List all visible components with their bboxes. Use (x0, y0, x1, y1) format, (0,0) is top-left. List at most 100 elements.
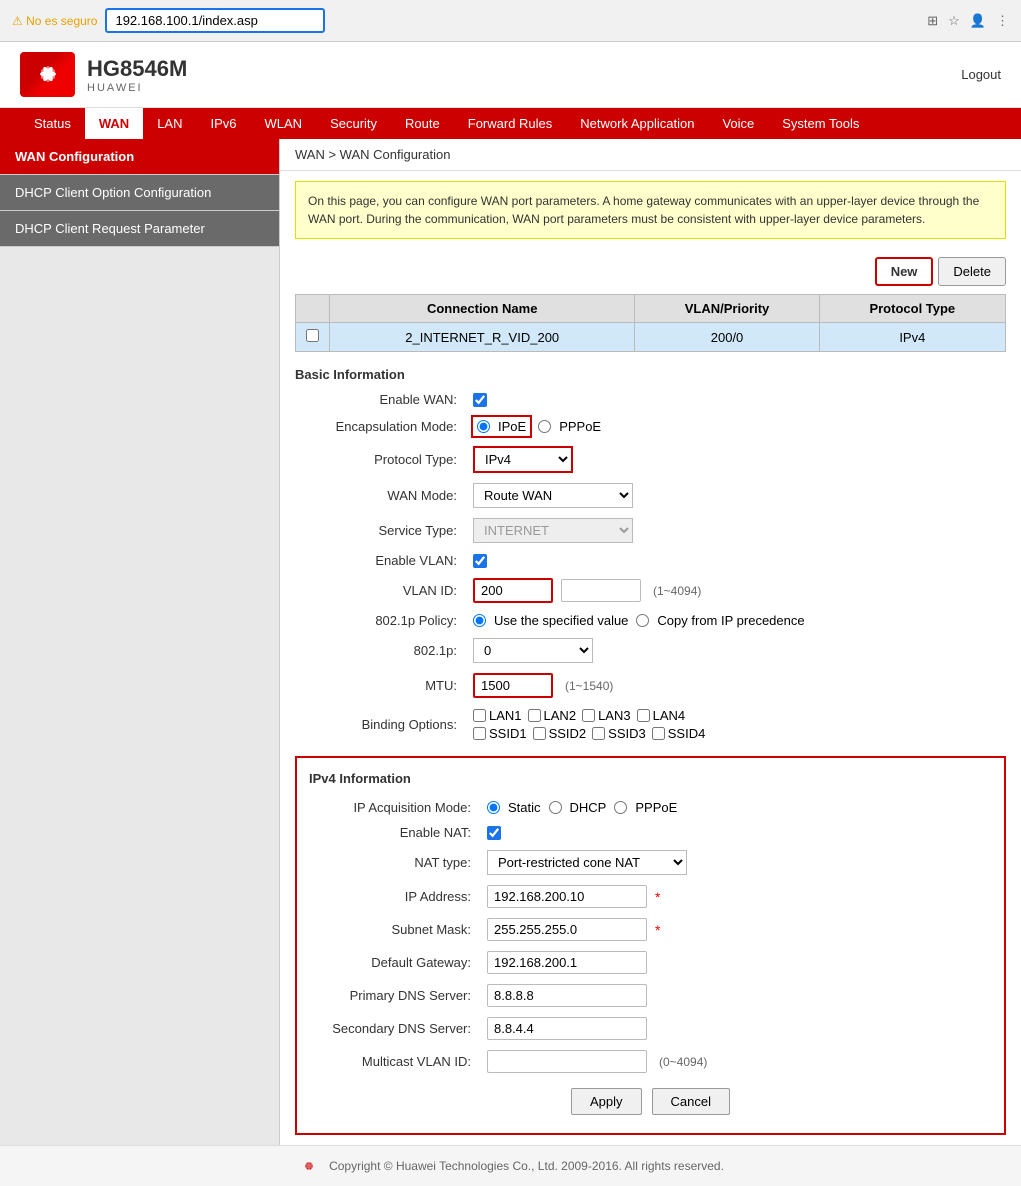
binding-lan3[interactable]: LAN3 (582, 708, 631, 723)
enable-vlan-label: Enable VLAN: (295, 553, 465, 568)
nav-bar: Status WAN LAN IPv6 WLAN Security Route … (0, 108, 1021, 139)
cancel-button[interactable]: Cancel (652, 1088, 730, 1115)
lan4-checkbox[interactable] (637, 709, 650, 722)
logo-text: HG8546M HUAWEI (87, 56, 187, 94)
nav-systools[interactable]: System Tools (768, 108, 873, 139)
vlan-id-input2[interactable] (561, 579, 641, 602)
ip-mode-pppoe-radio[interactable] (614, 801, 627, 814)
encap-pppoe-label: PPPoE (559, 419, 601, 434)
browser-bar: ⚠ No es seguro 192.168.100.1/index.asp ⊞… (0, 0, 1021, 42)
vlan-id-label: VLAN ID: (295, 583, 465, 598)
enable-wan-label: Enable WAN: (295, 392, 465, 407)
wan-mode-label: WAN Mode: (295, 488, 465, 503)
content-wrapper: WAN Configuration DHCP Client Option Con… (0, 139, 1021, 1145)
multicast-hint: (0~4094) (659, 1055, 707, 1069)
binding-lan1[interactable]: LAN1 (473, 708, 522, 723)
encap-pppoe-group: PPPoE (538, 419, 601, 434)
ssid1-checkbox[interactable] (473, 727, 486, 740)
col-vlan: VLAN/Priority (635, 295, 819, 323)
policy-copy-label: Copy from IP precedence (657, 613, 804, 628)
nav-status[interactable]: Status (20, 108, 85, 139)
multicast-input[interactable] (487, 1050, 647, 1073)
security-warning: ⚠ No es seguro (12, 14, 97, 28)
gateway-input[interactable] (487, 951, 647, 974)
nav-voice[interactable]: Voice (708, 108, 768, 139)
basic-info-title: Basic Information (295, 362, 1006, 387)
subnet-label: Subnet Mask: (309, 922, 479, 937)
enable-vlan-checkbox[interactable] (473, 554, 487, 568)
wan-mode-select[interactable]: Route WAN (473, 483, 633, 508)
dns2-row: Secondary DNS Server: (309, 1012, 992, 1045)
menu-icon: ⋮ (996, 13, 1009, 29)
protocol-type-select[interactable]: IPv4 (473, 446, 573, 473)
ip-mode-static-radio[interactable] (487, 801, 500, 814)
nav-lan[interactable]: LAN (143, 108, 196, 139)
ssid3-checkbox[interactable] (592, 727, 605, 740)
col-checkbox (296, 295, 330, 323)
wan-table: Connection Name VLAN/Priority Protocol T… (295, 294, 1006, 352)
binding-lan4[interactable]: LAN4 (637, 708, 686, 723)
lan3-checkbox[interactable] (582, 709, 595, 722)
dns1-input[interactable] (487, 984, 647, 1007)
policy-label: 802.1p Policy: (295, 613, 465, 628)
ssid2-checkbox[interactable] (533, 727, 546, 740)
policy-copy-radio[interactable] (636, 614, 649, 627)
binding-ssid1[interactable]: SSID1 (473, 726, 527, 741)
browser-icons: ⊞ ☆ 👤 ⋮ (927, 13, 1009, 29)
binding-lan-row: LAN1 LAN2 LAN3 LAN4 (473, 708, 705, 723)
binding-ssid3[interactable]: SSID3 (592, 726, 646, 741)
enable-nat-checkbox[interactable] (487, 826, 501, 840)
dot1p-select[interactable]: 0 (473, 638, 593, 663)
nav-forward[interactable]: Forward Rules (454, 108, 567, 139)
binding-row: Binding Options: LAN1 LAN2 LAN3 LAN4 SSI… (295, 703, 1006, 746)
nav-security[interactable]: Security (316, 108, 391, 139)
user-icon: 👤 (970, 13, 986, 29)
nav-route[interactable]: Route (391, 108, 454, 139)
nat-type-select[interactable]: Port-restricted cone NAT (487, 850, 687, 875)
binding-ssid4[interactable]: SSID4 (652, 726, 706, 741)
nav-wlan[interactable]: WLAN (251, 108, 317, 139)
ip-mode-dhcp-radio[interactable] (549, 801, 562, 814)
footer-logo (297, 1156, 321, 1176)
policy-copy-group: Copy from IP precedence (636, 613, 804, 628)
dns2-input[interactable] (487, 1017, 647, 1040)
device-name: HG8546M (87, 56, 187, 82)
binding-lan2[interactable]: LAN2 (528, 708, 577, 723)
enable-wan-checkbox[interactable] (473, 393, 487, 407)
footer-text: Copyright © Huawei Technologies Co., Ltd… (329, 1159, 724, 1173)
sidebar-dhcp-param[interactable]: DHCP Client Request Parameter (0, 211, 279, 247)
nav-ipv6[interactable]: IPv6 (197, 108, 251, 139)
encap-ipoe-label: IPoE (498, 419, 526, 434)
ipv4-title: IPv4 Information (309, 766, 992, 791)
subnet-row: Subnet Mask: * (309, 913, 992, 946)
star-icon: ☆ (948, 13, 960, 29)
nat-type-label: NAT type: (309, 855, 479, 870)
new-button[interactable]: New (875, 257, 934, 286)
mtu-input[interactable] (473, 673, 553, 698)
encap-pppoe-radio[interactable] (538, 420, 551, 433)
nav-netapp[interactable]: Network Application (566, 108, 708, 139)
apply-button[interactable]: Apply (571, 1088, 642, 1115)
service-type-select[interactable]: INTERNET (473, 518, 633, 543)
delete-button[interactable]: Delete (938, 257, 1006, 286)
subnet-input[interactable] (487, 918, 647, 941)
lan1-checkbox[interactable] (473, 709, 486, 722)
sidebar-dhcp-option[interactable]: DHCP Client Option Configuration (0, 175, 279, 211)
binding-ssid2[interactable]: SSID2 (533, 726, 587, 741)
row-checkbox[interactable] (306, 329, 319, 342)
encap-ipoe-radio[interactable] (477, 420, 490, 433)
ssid4-checkbox[interactable] (652, 727, 665, 740)
policy-row: 802.1p Policy: Use the specified value C… (295, 608, 1006, 633)
ip-addr-input[interactable] (487, 885, 647, 908)
logout-button[interactable]: Logout (961, 67, 1001, 82)
vlan-id-input[interactable] (473, 578, 553, 603)
sidebar-wan-config[interactable]: WAN Configuration (0, 139, 279, 175)
dns2-label: Secondary DNS Server: (309, 1021, 479, 1036)
url-bar[interactable]: 192.168.100.1/index.asp (105, 8, 325, 33)
policy-specified-radio[interactable] (473, 614, 486, 627)
ip-mode-dhcp-label: DHCP (570, 800, 607, 815)
lan2-checkbox[interactable] (528, 709, 541, 722)
nav-wan[interactable]: WAN (85, 108, 143, 139)
mtu-row: MTU: (1~1540) (295, 668, 1006, 703)
dns1-row: Primary DNS Server: (309, 979, 992, 1012)
